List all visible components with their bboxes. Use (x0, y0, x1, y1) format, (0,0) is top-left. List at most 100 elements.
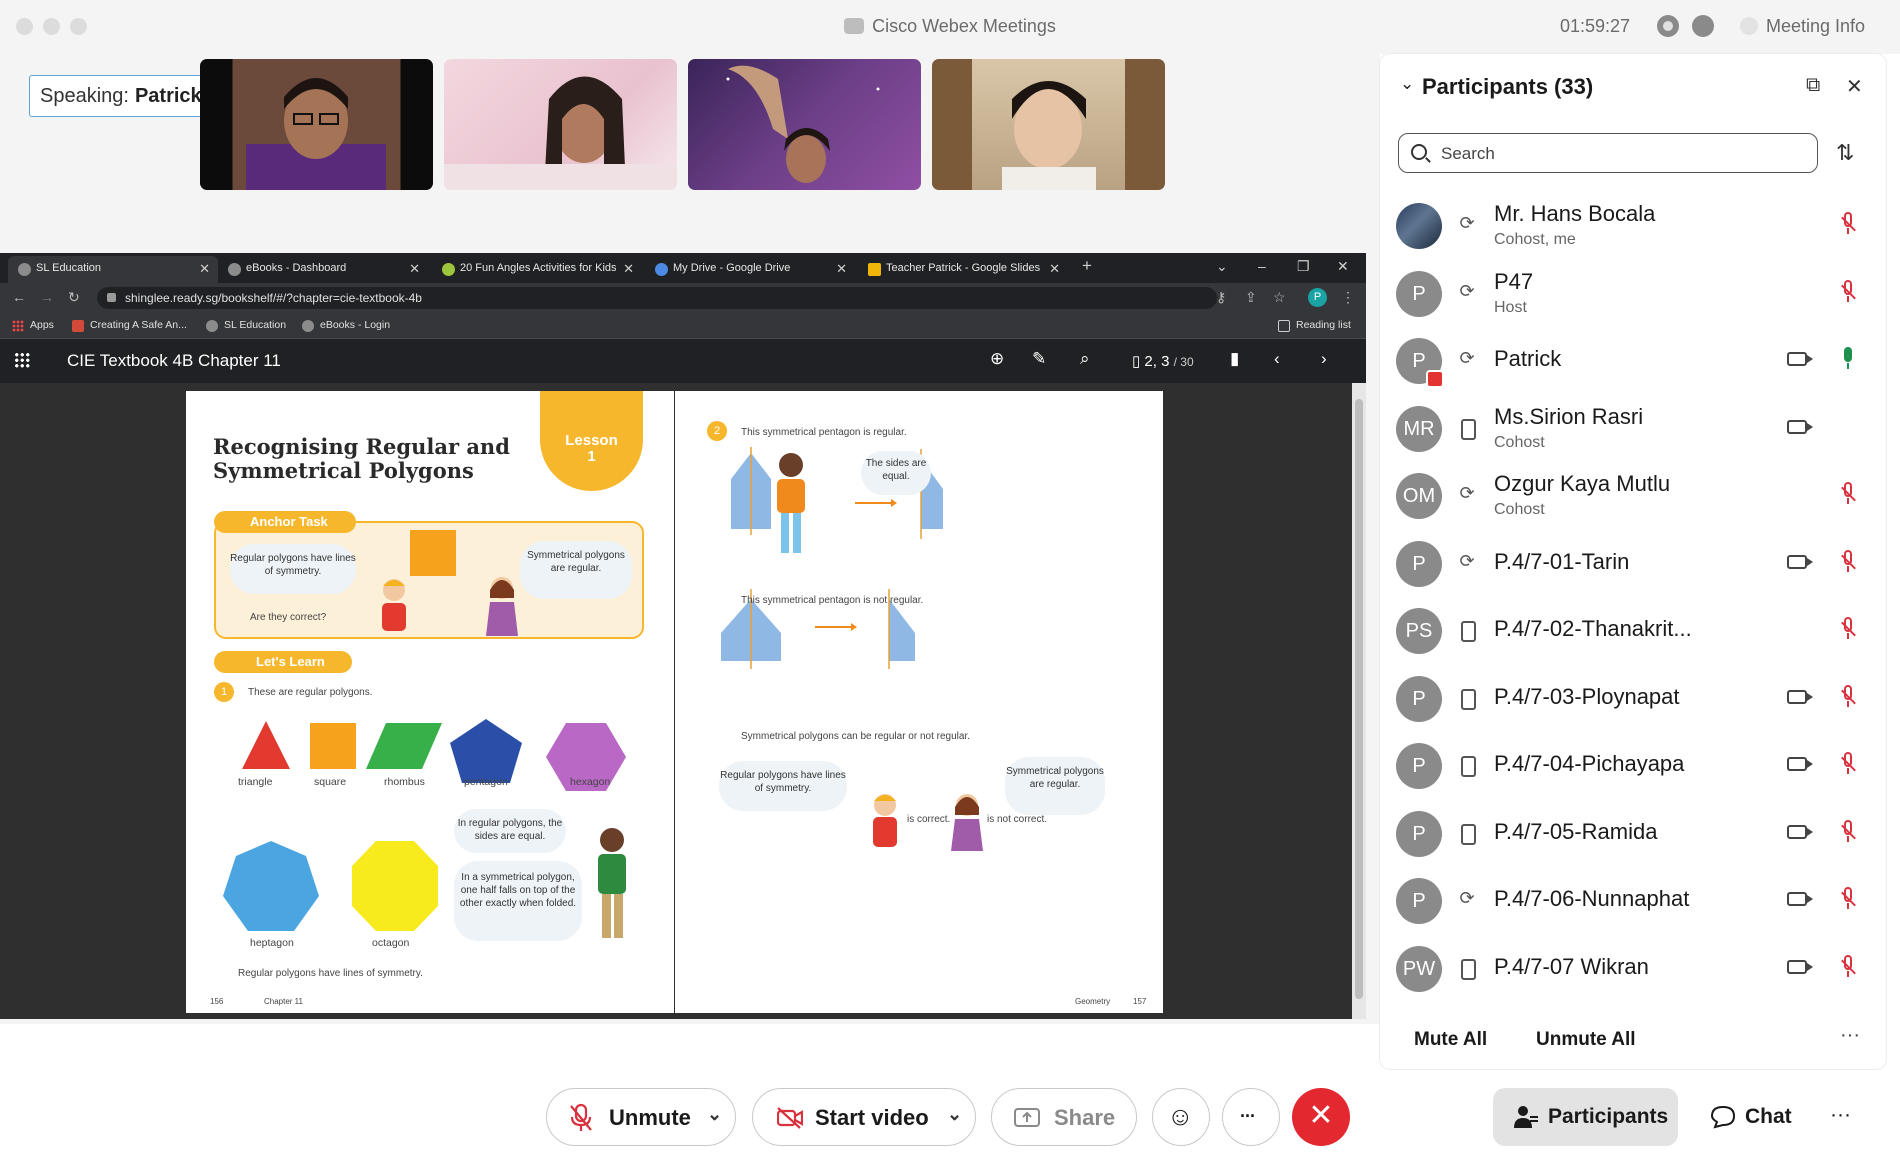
vertical-scrollbar[interactable] (1352, 383, 1366, 1019)
lock-icon (107, 293, 116, 302)
tab-title: SL Education (36, 262, 102, 274)
annotate-icon[interactable]: ✎ (1032, 349, 1046, 369)
video-camera-icon (1787, 419, 1813, 434)
more-button[interactable]: ... (1222, 1088, 1280, 1146)
bookmark-item[interactable]: Creating A Safe An... (72, 319, 187, 332)
tab-search-icon[interactable]: ⌄ (1216, 258, 1228, 275)
search-icon[interactable]: ⌕ (1080, 349, 1090, 369)
zoom-in-icon[interactable]: ⊕ (990, 349, 1004, 369)
participant-name: P.4/7-03-Ploynapat (1494, 683, 1680, 709)
share-page-icon[interactable]: ⇪ (1245, 289, 1257, 306)
leave-meeting-button[interactable]: ✕ (1292, 1088, 1350, 1146)
network-stats-icon[interactable] (1692, 15, 1714, 37)
mic-muted-icon[interactable] (1841, 549, 1856, 576)
scrollbar-thumb[interactable] (1355, 399, 1363, 999)
meeting-info-button[interactable]: Meeting Info (1740, 16, 1865, 37)
participant-row[interactable]: PS P.4/7-02-Thanakrit... (1380, 602, 1886, 670)
video-thumbnail[interactable] (932, 59, 1165, 190)
participant-row[interactable]: MR Ms.Sirion Rasri Cohost (1380, 400, 1886, 468)
mic-muted-icon[interactable] (1841, 617, 1856, 643)
browser-restore-button[interactable]: ❐ (1297, 258, 1310, 275)
mic-muted-icon[interactable] (1841, 212, 1856, 238)
mic-muted-icon[interactable] (1841, 752, 1856, 778)
browser-tab[interactable]: eBooks - Dashboard ✕ (218, 256, 428, 283)
more-options-icon[interactable]: ··· (1840, 1024, 1860, 1047)
new-tab-button[interactable]: + (1082, 256, 1092, 276)
participant-name: P.4/7-02-Thanakrit... (1494, 616, 1692, 641)
browser-close-button[interactable]: ✕ (1337, 258, 1349, 275)
mic-muted-icon[interactable] (1841, 279, 1856, 306)
browser-tab[interactable]: My Drive - Google Drive ✕ (645, 256, 855, 283)
next-page-icon[interactable]: › (1321, 349, 1327, 369)
unmute-button[interactable]: Unmute ⌄ (546, 1088, 736, 1146)
tab-close-icon[interactable]: ✕ (623, 261, 634, 277)
browser-tab[interactable]: SL Education ✕ (8, 256, 218, 283)
video-thumbnail[interactable] (444, 59, 677, 190)
start-video-button[interactable]: Start video ⌄ (752, 1088, 976, 1146)
chevron-down-icon[interactable]: ⌄ (947, 1104, 962, 1125)
tab-close-icon[interactable]: ✕ (409, 261, 420, 277)
tab-close-icon[interactable]: ✕ (199, 261, 210, 277)
participants-tab[interactable]: Participants (1493, 1088, 1678, 1146)
participant-row[interactable]: PW P.4/7-07 Wikran (1380, 940, 1886, 1008)
participant-row[interactable]: OM ⟳ Ozgur Kaya Mutlu Cohost (1380, 467, 1886, 535)
participant-row[interactable]: P P.4/7-04-Pichayapa (1380, 737, 1886, 805)
mic-muted-icon[interactable] (1841, 954, 1856, 981)
unmute-all-button[interactable]: Unmute All (1536, 1029, 1636, 1051)
tab-close-icon[interactable]: ✕ (1049, 261, 1060, 277)
mic-muted-icon[interactable] (1841, 684, 1856, 711)
participant-row[interactable]: P P.4/7-05-Ramida (1380, 805, 1886, 873)
children-illustration (873, 794, 983, 851)
participant-row[interactable]: P ⟳ P.4/7-01-Tarin (1380, 535, 1886, 603)
mic-muted-icon[interactable] (1841, 887, 1856, 913)
more-options-icon[interactable]: ··· (1830, 1088, 1860, 1146)
collapse-chevron-icon[interactable]: ⌄ (1400, 74, 1414, 94)
recording-icon[interactable] (1657, 15, 1679, 37)
bookmark-item[interactable]: eBooks - Login (302, 319, 391, 332)
reload-icon[interactable]: ↻ (68, 289, 80, 306)
participant-row[interactable]: P ⟳ Patrick (1380, 332, 1886, 400)
share-button[interactable]: Share (991, 1088, 1137, 1146)
browser-menu-icon[interactable]: ⋮ (1341, 289, 1355, 306)
sort-icon[interactable]: ⇅ (1836, 140, 1854, 166)
participant-row[interactable]: ⟳ Mr. Hans Bocala Cohost, me (1380, 197, 1886, 265)
pop-out-icon[interactable]: ⧉ (1806, 74, 1820, 97)
browser-tab[interactable]: 20 Fun Angles Activities for Kids ✕ (432, 256, 642, 283)
apps-grid-icon[interactable] (14, 352, 30, 368)
bookmark-star-icon[interactable]: ☆ (1273, 289, 1286, 306)
video-thumbnail[interactable] (688, 59, 921, 190)
participant-row[interactable]: P ⟳ P47 Host (1380, 265, 1886, 333)
browser-minimize-button[interactable]: – (1258, 258, 1266, 274)
back-icon[interactable]: ← (12, 289, 26, 305)
reading-list-button[interactable]: Reading list (1278, 319, 1351, 332)
url-input[interactable]: shinglee.ready.sg/bookshelf/#/?chapter=c… (97, 287, 1217, 309)
tab-title: 20 Fun Angles Activities for Kids (460, 262, 617, 274)
bookmark-item[interactable]: SL Education (206, 319, 286, 332)
chevron-down-icon[interactable]: ⌄ (707, 1104, 722, 1125)
previous-page-icon[interactable]: ‹ (1274, 349, 1280, 369)
participant-row[interactable]: P ⟳ P.4/7-06-Nunnaphat (1380, 872, 1886, 940)
chat-tab[interactable]: Chat (1702, 1088, 1802, 1146)
bookmark-label: eBooks - Login (320, 319, 391, 331)
mic-on-icon[interactable] (1841, 347, 1855, 373)
shape-caption: square (314, 776, 347, 788)
browser-tab[interactable]: Teacher Patrick - Google Slides ✕ (858, 256, 1068, 283)
tab-close-icon[interactable]: ✕ (836, 261, 847, 277)
key-icon[interactable]: ⚷ (1216, 289, 1226, 306)
headset-icon: ⟳ (1459, 483, 1475, 503)
reactions-button[interactable]: ☺ (1152, 1088, 1210, 1146)
mute-all-button[interactable]: Mute All (1414, 1029, 1487, 1051)
forward-icon[interactable]: → (40, 289, 54, 305)
mic-muted-icon[interactable] (1841, 819, 1856, 846)
bookmark-icon[interactable]: ▮ (1230, 349, 1239, 369)
mic-muted-icon[interactable] (1841, 482, 1856, 508)
profile-avatar[interactable]: P (1308, 288, 1327, 307)
bookmark-apps[interactable]: Apps (12, 319, 54, 332)
video-thumbnail[interactable] (200, 59, 433, 190)
shape-caption: rhombus (384, 776, 425, 788)
bookmark-favicon-icon (206, 320, 218, 332)
close-panel-icon[interactable]: ✕ (1846, 74, 1863, 99)
participant-search-input[interactable]: Search (1398, 133, 1818, 173)
participant-row[interactable]: P P.4/7-03-Ploynapat (1380, 670, 1886, 738)
participant-role: Cohost (1494, 501, 1545, 518)
